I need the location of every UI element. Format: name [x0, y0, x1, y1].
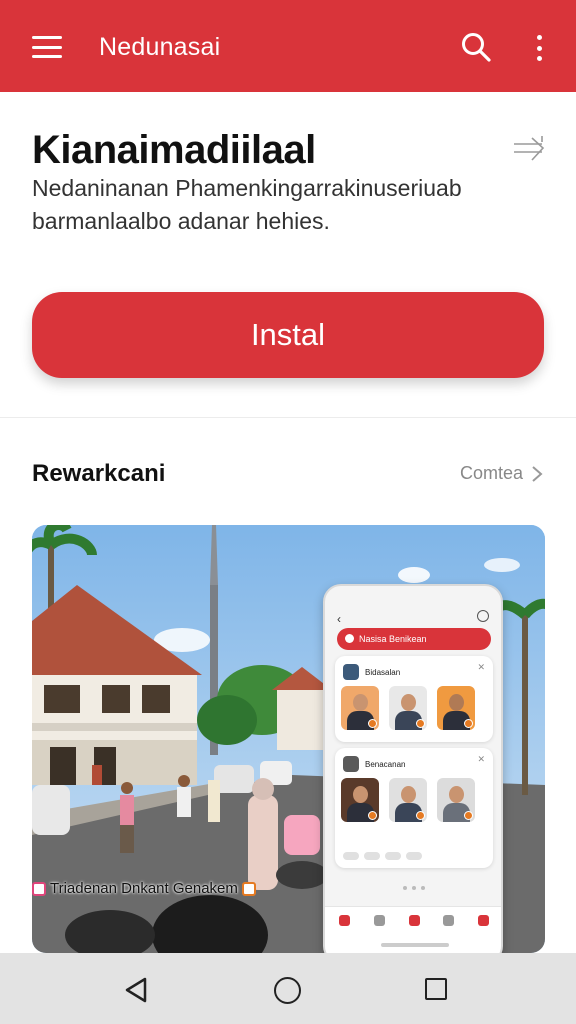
phone-card: Bidasalan ✕ [335, 656, 493, 742]
menu-icon[interactable] [32, 36, 62, 58]
avatar [389, 686, 427, 730]
nav-back-icon[interactable] [124, 977, 148, 1003]
close-icon: ✕ [477, 662, 485, 672]
phone-card-header: Bidasalan [343, 664, 400, 680]
section-more-link[interactable]: Comtea [460, 463, 543, 484]
share-icon[interactable] [512, 134, 546, 164]
phone-mockup: ‹ Nasisa Benikean Bidasalan ✕ Benacanan … [323, 584, 503, 964]
nav-recents-icon[interactable] [425, 978, 447, 1000]
phone-page-dots [403, 886, 425, 890]
chevron-right-icon [532, 465, 543, 482]
phone-card-header: Benacanan [343, 756, 405, 772]
phone-status-bar [325, 592, 501, 606]
app-headline: Kianaimadiilaal [32, 128, 316, 172]
app-description: Nedaninanan Phamenkingarrakinuseriuab ba… [32, 175, 462, 234]
phone-card: Benacanan ✕ [335, 748, 493, 868]
caption-text: Triadenan Dnkant Genakem [50, 880, 238, 897]
avatar [437, 778, 475, 822]
app-bar: Nedunasai [0, 0, 576, 92]
more-vert-icon[interactable] [534, 35, 544, 61]
card-logo-icon [343, 664, 359, 680]
avatar [437, 686, 475, 730]
avatar [341, 686, 379, 730]
search-icon[interactable] [460, 31, 492, 63]
section-title: Rewarkcani [32, 460, 166, 487]
phone-refresh-icon [477, 610, 489, 622]
phone-back-icon: ‹ [337, 612, 341, 626]
close-icon: ✕ [477, 754, 485, 764]
avatar [389, 778, 427, 822]
phone-search-icon [345, 634, 354, 643]
app-title: Nedunasai [99, 33, 221, 61]
avatar [341, 778, 379, 822]
phone-card-title: Bidasalan [365, 667, 401, 677]
install-button[interactable]: Instal [32, 292, 544, 378]
section-link-label: Comtea [460, 463, 524, 483]
preview-caption: Triadenan Dnkant Genakem [32, 880, 256, 897]
phone-card-tags [343, 852, 422, 860]
nav-home-icon[interactable] [274, 977, 301, 1004]
caption-badge-icon [32, 881, 46, 896]
phone-card-title: Benacanan [365, 759, 406, 769]
card-logo-icon [343, 756, 359, 772]
caption-badge-icon [241, 881, 256, 896]
phone-search-bar: Nasisa Benikean [337, 628, 491, 650]
phone-search-text: Nasisa Benikean [359, 634, 427, 644]
